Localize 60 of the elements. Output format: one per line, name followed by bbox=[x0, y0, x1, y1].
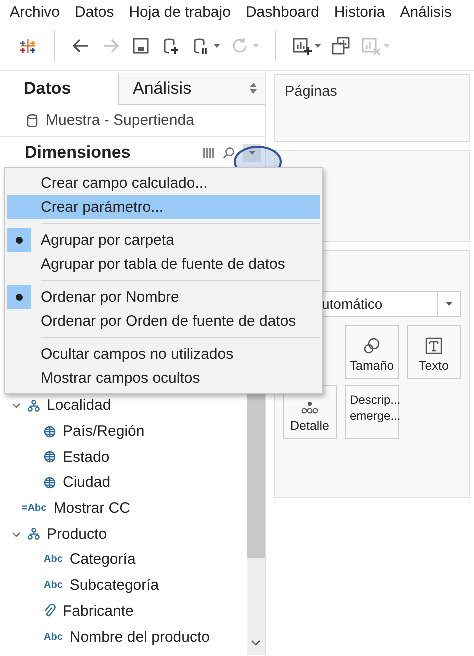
tab[interactable]: Análisis bbox=[118, 73, 265, 105]
caret-icon[interactable] bbox=[315, 43, 321, 49]
menu-option[interactable]: Crear campo calculado... bbox=[7, 171, 320, 195]
menu-item[interactable]: Hoja de trabajo bbox=[129, 4, 231, 20]
new-sheet-icon[interactable] bbox=[292, 36, 312, 56]
globe-icon bbox=[44, 451, 56, 464]
data-source-name[interactable]: Muestra - Supertienda bbox=[46, 112, 194, 129]
chevron-icon[interactable] bbox=[12, 530, 21, 539]
abc-icon: Abc bbox=[44, 554, 63, 566]
field-label[interactable]: Ciudad bbox=[63, 474, 111, 492]
menu-option[interactable]: Crear parámetro... bbox=[7, 195, 320, 219]
menu-option[interactable]: Ocultar campos no utilizados bbox=[7, 342, 320, 366]
bullet-icon bbox=[16, 294, 22, 300]
hierarchy-icon bbox=[28, 528, 40, 540]
search-icon[interactable] bbox=[223, 147, 235, 159]
chevron-down-icon[interactable] bbox=[251, 639, 261, 647]
field-label[interactable]: Estado bbox=[63, 448, 110, 466]
menu-item[interactable]: Historia bbox=[334, 4, 386, 20]
updown-icon[interactable] bbox=[250, 83, 257, 94]
card-title: Páginas bbox=[284, 83, 338, 102]
menu-item[interactable]: Archivo bbox=[10, 4, 60, 20]
dots-icon bbox=[301, 401, 319, 415]
database-icon bbox=[27, 114, 38, 128]
abc-icon: Abc bbox=[44, 580, 63, 592]
caret-icon bbox=[446, 302, 452, 306]
globe-icon bbox=[44, 476, 56, 489]
globe-icon bbox=[44, 426, 56, 438]
field-label[interactable]: Categoría bbox=[70, 551, 136, 568]
menu-option[interactable]: Agrupar por tabla de fuente de datos bbox=[7, 252, 320, 276]
text-box-icon bbox=[425, 337, 443, 355]
hierarchy-icon bbox=[28, 400, 40, 412]
section-title: Dimensiones bbox=[25, 143, 132, 163]
field-label[interactable]: Mostrar CC bbox=[54, 500, 130, 518]
menu-item[interactable]: Análisis bbox=[400, 4, 452, 20]
duplicate-icon[interactable] bbox=[331, 36, 351, 56]
shapes-icon bbox=[363, 337, 381, 355]
chevron-icon[interactable] bbox=[12, 401, 21, 410]
size-mark-button[interactable]: Tamaño bbox=[345, 325, 399, 379]
caret-icon bbox=[248, 150, 256, 156]
menu-option[interactable]: Agrupar por carpeta bbox=[7, 228, 320, 252]
abc-icon: =Abc bbox=[22, 503, 47, 514]
field-label[interactable]: Producto bbox=[47, 526, 108, 543]
menu-item[interactable]: Datos bbox=[75, 4, 114, 20]
tooltip-mark-button[interactable]: Descrip... emerge... bbox=[345, 385, 399, 439]
field-label[interactable]: País/Región bbox=[63, 423, 145, 440]
field-label[interactable]: Localidad bbox=[47, 397, 112, 414]
field-label[interactable]: Fabricante bbox=[63, 602, 134, 620]
field-label[interactable]: Nombre del producto bbox=[70, 628, 210, 646]
grid-icon[interactable] bbox=[203, 148, 215, 158]
bullet-icon bbox=[16, 236, 22, 244]
caret-icon[interactable] bbox=[214, 43, 220, 49]
save-icon[interactable] bbox=[131, 36, 151, 56]
logo-icon[interactable] bbox=[18, 36, 38, 56]
menu-item[interactable]: Dashboard bbox=[246, 4, 320, 20]
abc-icon: Abc bbox=[44, 632, 63, 643]
paperclip-icon bbox=[44, 604, 56, 618]
field-label[interactable]: Subcategoría bbox=[70, 577, 160, 594]
scrollbar[interactable] bbox=[247, 393, 265, 655]
dropdown-button[interactable] bbox=[243, 144, 261, 162]
text-mark-button[interactable]: Texto bbox=[407, 325, 461, 379]
